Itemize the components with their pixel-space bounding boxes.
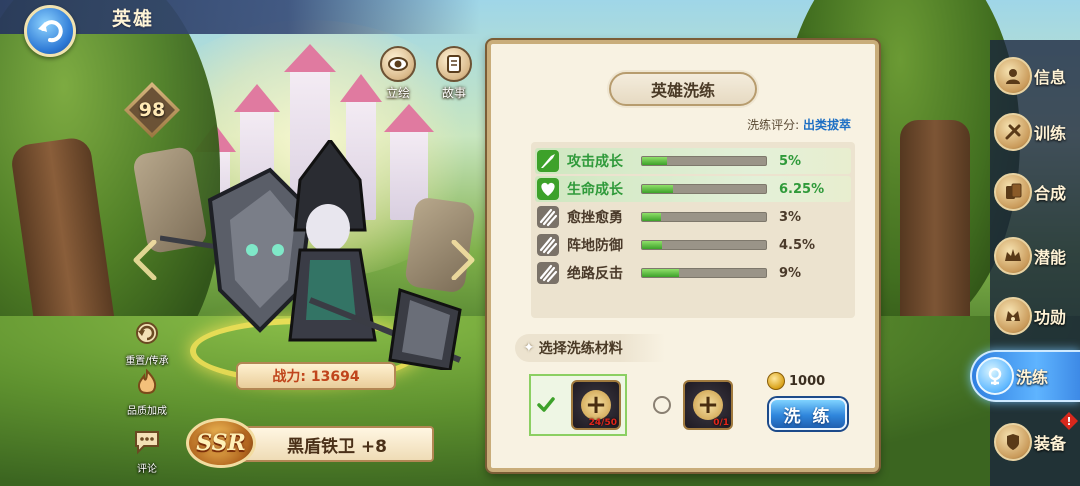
- tab-6[interactable]: 装备!: [990, 412, 1080, 468]
- quality-bonus-label: 品质加成: [127, 406, 167, 417]
- portrait-button[interactable]: 立绘: [376, 46, 420, 101]
- material-item-2[interactable]: + 0/1: [683, 380, 733, 430]
- reset-inherit-label: 重置/传承: [125, 356, 169, 367]
- tab-label: 训练: [1034, 124, 1067, 143]
- rarity-badge: SSR: [186, 418, 256, 468]
- tab-1[interactable]: 训练: [990, 106, 1080, 158]
- plus-icon: +: [581, 390, 611, 420]
- tab-label: 装备: [1034, 434, 1067, 453]
- stat-progress-bar: [641, 268, 767, 278]
- flame-icon: [137, 368, 157, 394]
- stat-value: 6.25%: [779, 181, 825, 197]
- tab-label: 洗练: [1016, 368, 1049, 387]
- back-arrow-icon: [38, 20, 63, 43]
- material-header: ✦ 选择洗练材料: [515, 334, 665, 362]
- plus-icon: +: [693, 390, 723, 420]
- scroll-icon: [447, 55, 461, 73]
- cost-value: 1000: [789, 373, 826, 389]
- refine-score-value: 出类拔萃: [802, 118, 851, 132]
- power-value: 战力: 13694: [272, 369, 360, 385]
- stat-row: 攻击成长 5%: [535, 148, 851, 174]
- coin-icon: [767, 372, 785, 390]
- stat-value: 9%: [779, 265, 802, 281]
- stat-value: 5%: [779, 153, 802, 169]
- stat-name: 阵地防御: [567, 238, 623, 254]
- refine-icon: [976, 357, 1014, 395]
- stat-progress-bar: [641, 156, 767, 166]
- sword-icon: [537, 150, 559, 172]
- tab-3[interactable]: 潜能: [990, 230, 1080, 282]
- stat-progress-bar: [641, 212, 767, 222]
- tab-label: 信息: [1034, 68, 1067, 87]
- material-count-1: 24/50: [588, 418, 617, 428]
- heart-icon: [537, 178, 559, 200]
- crown-star-icon: [994, 237, 1032, 275]
- panel-title: 英雄洗练: [609, 72, 757, 106]
- refine-panel: 英雄洗练 洗练评分: 出类拔萃 攻击成长 5% 生命成长 6.25% 愈挫愈勇 3% 阵地防…: [487, 40, 879, 472]
- portrait-label: 立绘: [385, 86, 410, 100]
- comment-label: 评论: [137, 464, 157, 475]
- refine-button[interactable]: 洗 练: [769, 398, 847, 430]
- stat-row: 阵地防御 4.5%: [535, 232, 851, 258]
- eye-icon: [388, 57, 408, 71]
- tab-strip: 信息训练合成潜能功勋洗练装备!: [970, 40, 1080, 486]
- stat-name: 绝路反击: [567, 266, 623, 282]
- chat-icon: [135, 431, 159, 455]
- page-title: 英雄: [112, 8, 155, 30]
- stat-progress-bar: [641, 240, 767, 250]
- quality-bonus-button[interactable]: 品质加成: [120, 368, 174, 417]
- claw-icon: [537, 206, 559, 228]
- stat-name: 攻击成长: [567, 154, 623, 170]
- tab-label: 合成: [1034, 184, 1067, 203]
- check-icon[interactable]: [537, 396, 555, 414]
- training-icon: [994, 113, 1032, 151]
- story-label: 故事: [441, 86, 466, 100]
- back-button[interactable]: [24, 5, 76, 57]
- stats-list: 攻击成长 5% 生命成长 6.25% 愈挫愈勇 3% 阵地防御 4.5% 绝路反击 9%: [531, 142, 855, 318]
- refine-score: 洗练评分: 出类拔萃: [747, 116, 851, 133]
- tab-2[interactable]: 合成: [990, 166, 1080, 218]
- tab-5[interactable]: 洗练: [970, 350, 1080, 402]
- material-header-label: 选择洗练材料: [538, 341, 623, 357]
- material-count-2: 0/1: [713, 418, 729, 428]
- stat-row: 生命成长 6.25%: [535, 176, 851, 202]
- hero-name: 黑盾铁卫 +8: [240, 426, 434, 462]
- tab-4[interactable]: 功勋: [990, 290, 1080, 342]
- power-display: 战力: 13694: [236, 362, 396, 390]
- stat-row: 绝路反击 9%: [535, 260, 851, 286]
- stat-value: 4.5%: [779, 237, 816, 253]
- hero-name-plate: 黑盾铁卫 +8 SSR: [186, 418, 434, 468]
- hero-character: [160, 140, 462, 370]
- material-item-1[interactable]: + 24/50: [571, 380, 621, 430]
- comment-button[interactable]: 评论: [120, 426, 174, 475]
- cards-icon: [994, 173, 1032, 211]
- material-area: + 24/50 + 0/1 1000 洗 练: [529, 362, 855, 444]
- claw-icon: [537, 234, 559, 256]
- stat-name: 愈挫愈勇: [567, 210, 623, 226]
- reset-icon: [136, 322, 158, 344]
- equipment-icon: [994, 423, 1032, 461]
- material-radio-2[interactable]: [653, 396, 671, 414]
- stat-name: 生命成长: [567, 182, 623, 198]
- star-icon: ✦: [523, 340, 535, 356]
- tab-label: 潜能: [1034, 248, 1067, 267]
- story-button[interactable]: 故事: [432, 46, 476, 101]
- cost-display: 1000: [767, 372, 825, 390]
- claw-icon: [537, 262, 559, 284]
- reset-inherit-button[interactable]: 重置/传承: [120, 318, 174, 367]
- stat-row: 愈挫愈勇 3%: [535, 204, 851, 230]
- stat-progress-bar: [641, 184, 767, 194]
- previous-hero-arrow-icon[interactable]: [132, 240, 158, 280]
- info-icon: [994, 57, 1032, 95]
- laurel-icon: [994, 297, 1032, 335]
- refine-score-label: 洗练评分:: [747, 118, 800, 132]
- stat-value: 3%: [779, 209, 802, 225]
- alert-icon: !: [1060, 412, 1078, 430]
- tab-0[interactable]: 信息: [990, 50, 1080, 102]
- tab-label: 功勋: [1034, 308, 1067, 327]
